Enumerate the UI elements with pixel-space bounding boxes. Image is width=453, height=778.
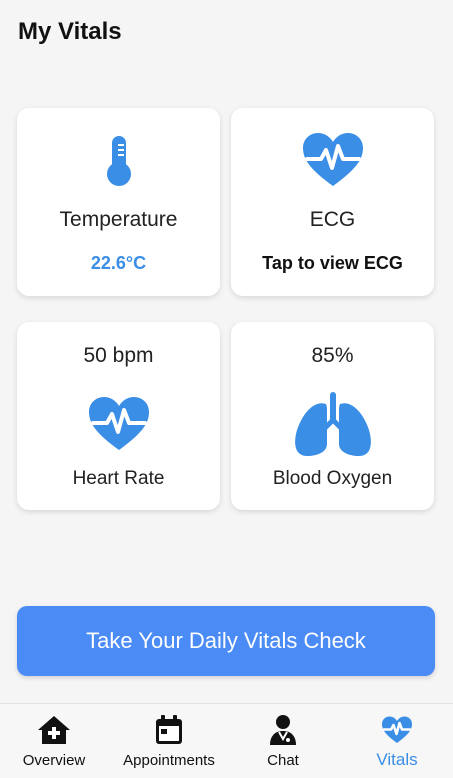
nav-item-vitals[interactable]: Vitals: [357, 704, 437, 778]
nav-label-chat: Chat: [267, 752, 299, 769]
lungs-icon: [231, 392, 434, 458]
ecg-label: ECG: [309, 208, 356, 231]
temperature-card[interactable]: Temperature 22.6°C: [17, 108, 220, 296]
nav-label-overview: Overview: [22, 752, 86, 769]
home-plus-icon: [37, 714, 71, 746]
nav-item-chat[interactable]: Chat: [243, 704, 323, 778]
heart-pulse-icon: [381, 714, 413, 746]
bottom-nav: Overview Appointments Chat Vitals: [0, 703, 453, 778]
nav-label-appointments: Appointments: [123, 752, 215, 769]
heart-rate-card[interactable]: 50 bpm Heart Rate: [17, 322, 220, 510]
calendar-icon: [155, 714, 183, 746]
doctor-icon: [269, 714, 297, 746]
temperature-label: Temperature: [59, 208, 178, 231]
heart-pulse-icon: [231, 132, 434, 188]
nav-label-vitals: Vitals: [376, 750, 418, 769]
thermometer-icon: [17, 134, 220, 188]
blood-oxygen-value: 85%: [311, 344, 354, 367]
blood-oxygen-label: Blood Oxygen: [272, 468, 393, 489]
nav-item-appointments[interactable]: Appointments: [114, 704, 224, 778]
nav-item-overview[interactable]: Overview: [14, 704, 94, 778]
temperature-value: 22.6°C: [90, 253, 147, 273]
blood-oxygen-card[interactable]: 85% Blood Oxygen: [231, 322, 434, 510]
heart-rate-value: 50 bpm: [83, 344, 154, 367]
heart-pulse-icon: [17, 396, 220, 452]
ecg-card[interactable]: ECG Tap to view ECG: [231, 108, 434, 296]
ecg-view-link[interactable]: Tap to view ECG: [231, 253, 434, 274]
daily-vitals-check-button[interactable]: Take Your Daily Vitals Check: [17, 606, 435, 676]
heart-rate-label: Heart Rate: [72, 468, 165, 489]
page-title: My Vitals: [18, 18, 122, 45]
